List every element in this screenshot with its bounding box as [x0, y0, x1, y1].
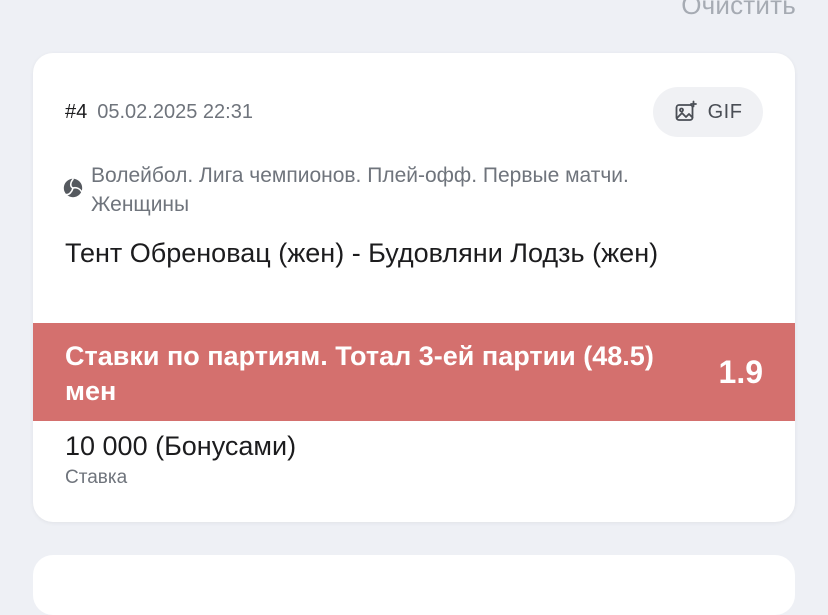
bet-card: #4 05.02.2025 22:31 GIF Волейбол. Лига че… [33, 53, 795, 522]
image-sparkle-icon [674, 100, 698, 124]
tournament-name: Волейбол. Лига чемпионов. Плей-офф. Перв… [91, 164, 629, 216]
outcome-name: Ставки по партиям. Тотал 3-ей партии (48… [65, 341, 654, 406]
coefficient: 1.9 [718, 354, 763, 390]
bet-header: #4 05.02.2025 22:31 [65, 101, 253, 124]
clear-button[interactable]: Очистить [681, 0, 796, 21]
outcome-bar: Ставки по партиям. Тотал 3-ей партии (48… [33, 323, 795, 421]
stake-label: Ставка [65, 467, 128, 488]
gif-button[interactable]: GIF [653, 87, 763, 137]
event-name: Тент Обреновац (жен) - Будовляни Лодзь (… [65, 238, 659, 268]
stake-amount: 10 000 (Бонусами) [65, 431, 297, 461]
gif-label: GIF [707, 100, 743, 123]
volleyball-icon [63, 178, 83, 203]
bet-datetime: 05.02.2025 22:31 [97, 101, 253, 123]
bet-number: #4 [65, 101, 88, 123]
next-bet-card [33, 555, 795, 615]
tournament-row: Волейбол. Лига чемпионов. Плей-офф. Перв… [63, 161, 683, 219]
